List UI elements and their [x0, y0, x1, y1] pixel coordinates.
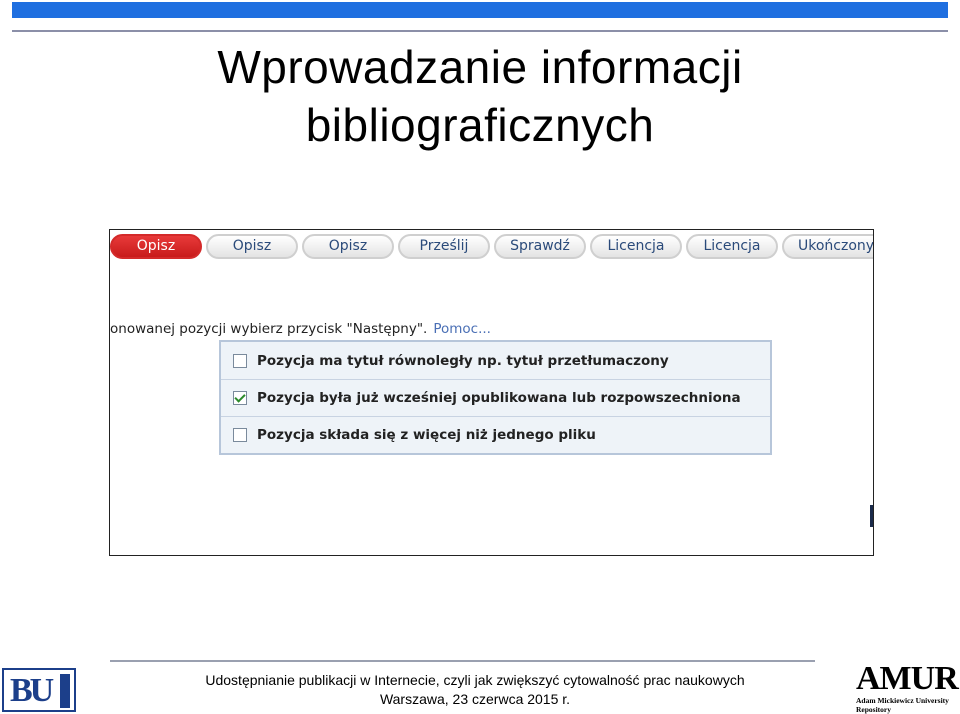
instruction-label: onowanej pozycji wybierz przycisk "Nastę… [110, 321, 428, 337]
checkbox-unchecked-icon[interactable] [233, 353, 247, 368]
tab-step-3[interactable]: Opisz [302, 234, 394, 259]
tab-step-2[interactable]: Opisz [206, 234, 298, 259]
tab-step-6[interactable]: Licencja [590, 234, 682, 259]
option-row[interactable]: Pozycja była już wcześniej opublikowana … [221, 379, 770, 416]
footer-date: Warszawa, 23 czerwca 2015 r. [379, 691, 571, 707]
help-link[interactable]: Pomoc... [433, 321, 491, 337]
tab-step-1[interactable]: Opisz [110, 234, 202, 259]
bu-logo-text: BU [10, 672, 54, 709]
top-accent-bar [12, 2, 948, 18]
slide-title: Wprowadzanie informacji bibliograficznyc… [0, 38, 960, 154]
scrollbar-edge[interactable] [870, 505, 873, 527]
step-tabs: Opisz Opisz Opisz Prześlij Sprawdź Licencja Li… [110, 234, 873, 259]
tab-step-7[interactable]: Licencja [686, 234, 778, 259]
option-row[interactable]: Pozycja składa się z więcej niż jednego … [221, 416, 770, 453]
footer-divider [110, 660, 815, 662]
slide-title-line1: Wprowadzanie informacji [217, 41, 743, 93]
amur-logo-sub2: Repository [856, 705, 891, 714]
form-screenshot: Opisz Opisz Opisz Prześlij Sprawdź Licencja Li… [109, 229, 874, 556]
checkbox-checked-icon[interactable] [233, 391, 247, 405]
tab-step-4[interactable]: Prześlij [398, 234, 490, 259]
option-label: Pozycja składa się z więcej niż jednego … [257, 427, 596, 443]
top-divider [12, 30, 948, 32]
amur-logo-sub1: Adam Mickiewicz University [856, 696, 949, 705]
amur-logo-word: AMUR [856, 660, 959, 697]
instruction-text: onowanej pozycji wybierz przycisk "Nastę… [110, 321, 491, 337]
footer-title: Udostępnianie publikacji w Internecie, c… [205, 672, 745, 688]
checkbox-unchecked-icon[interactable] [233, 428, 247, 442]
amur-logo: AMUR Adam Mickiewicz University Reposito… [856, 660, 960, 714]
option-label: Pozycja ma tytuł równoległy np. tytuł pr… [257, 352, 669, 369]
option-row[interactable]: Pozycja ma tytuł równoległy np. tytuł pr… [221, 342, 770, 379]
option-label: Pozycja była już wcześniej opublikowana … [257, 390, 741, 406]
bu-logo: BU [2, 668, 76, 712]
tab-step-5[interactable]: Sprawdź [494, 234, 586, 259]
options-box: Pozycja ma tytuł równoległy np. tytuł pr… [219, 340, 772, 455]
tab-step-8[interactable]: Ukończony [782, 234, 873, 259]
slide-title-line2: bibliograficznych [305, 99, 655, 151]
bu-logo-bar [60, 674, 70, 708]
